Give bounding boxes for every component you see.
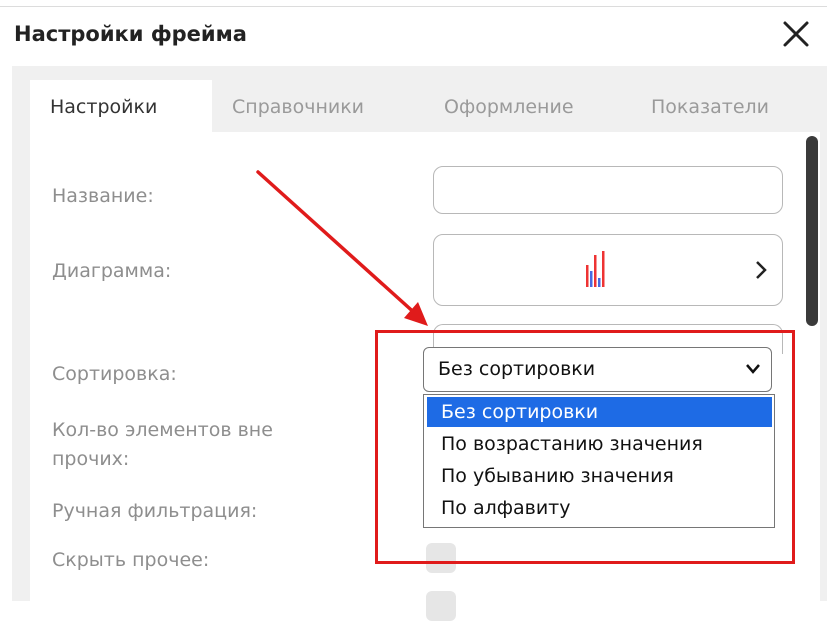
- annotation-arrow: [256, 170, 428, 326]
